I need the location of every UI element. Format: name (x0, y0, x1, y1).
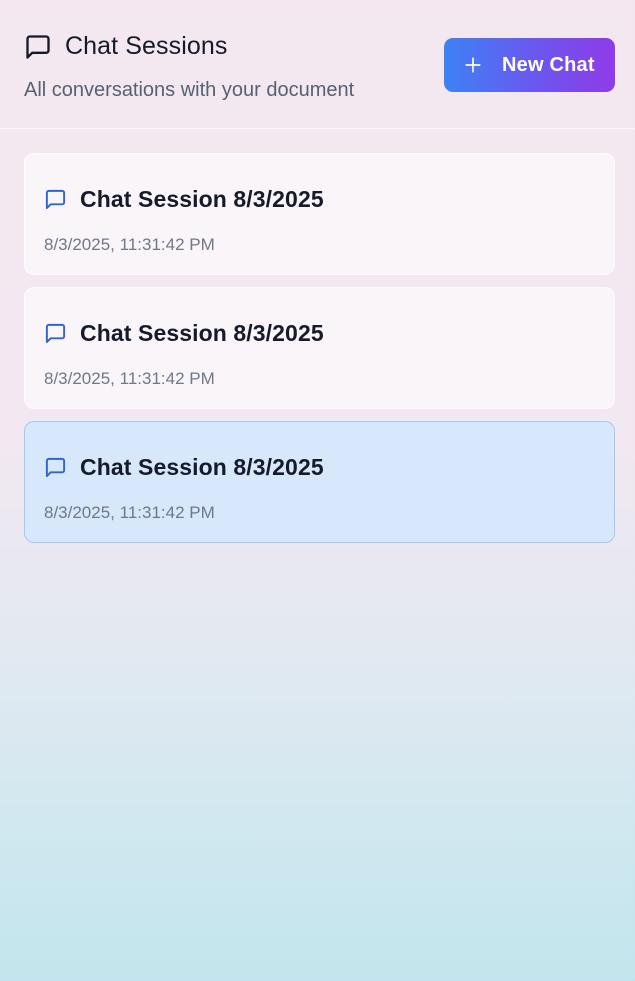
session-title: Chat Session 8/3/2025 (80, 454, 324, 480)
session-item[interactable]: Chat Session 8/3/2025 8/3/2025, 11:31:42… (24, 287, 615, 409)
message-square-icon (44, 322, 67, 345)
panel-header: Chat Sessions All conversations with you… (0, 2, 634, 129)
chat-sessions-panel: Chat Sessions All conversations with you… (0, 2, 634, 980)
session-title: Chat Session 8/3/2025 (80, 320, 324, 346)
message-square-icon (24, 33, 52, 61)
title-row: Chat Sessions (24, 32, 228, 61)
session-title-row: Chat Session 8/3/2025 (44, 320, 324, 347)
session-item-active[interactable]: Chat Session 8/3/2025 8/3/2025, 11:31:42… (24, 421, 615, 543)
session-title-row: Chat Session 8/3/2025 (44, 454, 324, 481)
session-title: Chat Session 8/3/2025 (80, 186, 324, 212)
session-timestamp: 8/3/2025, 11:31:42 PM (44, 369, 215, 388)
page-title: Chat Sessions (65, 32, 228, 60)
page-subtitle: All conversations with your document (24, 79, 355, 101)
session-timestamp: 8/3/2025, 11:31:42 PM (44, 235, 215, 254)
session-timestamp: 8/3/2025, 11:31:42 PM (44, 503, 215, 522)
new-chat-label: New Chat (502, 53, 595, 76)
message-square-icon (44, 188, 67, 211)
session-item[interactable]: Chat Session 8/3/2025 8/3/2025, 11:31:42… (24, 153, 615, 275)
new-chat-button[interactable]: New Chat (444, 38, 615, 92)
message-square-icon (44, 456, 67, 479)
plus-icon (464, 56, 482, 74)
session-title-row: Chat Session 8/3/2025 (44, 186, 324, 213)
